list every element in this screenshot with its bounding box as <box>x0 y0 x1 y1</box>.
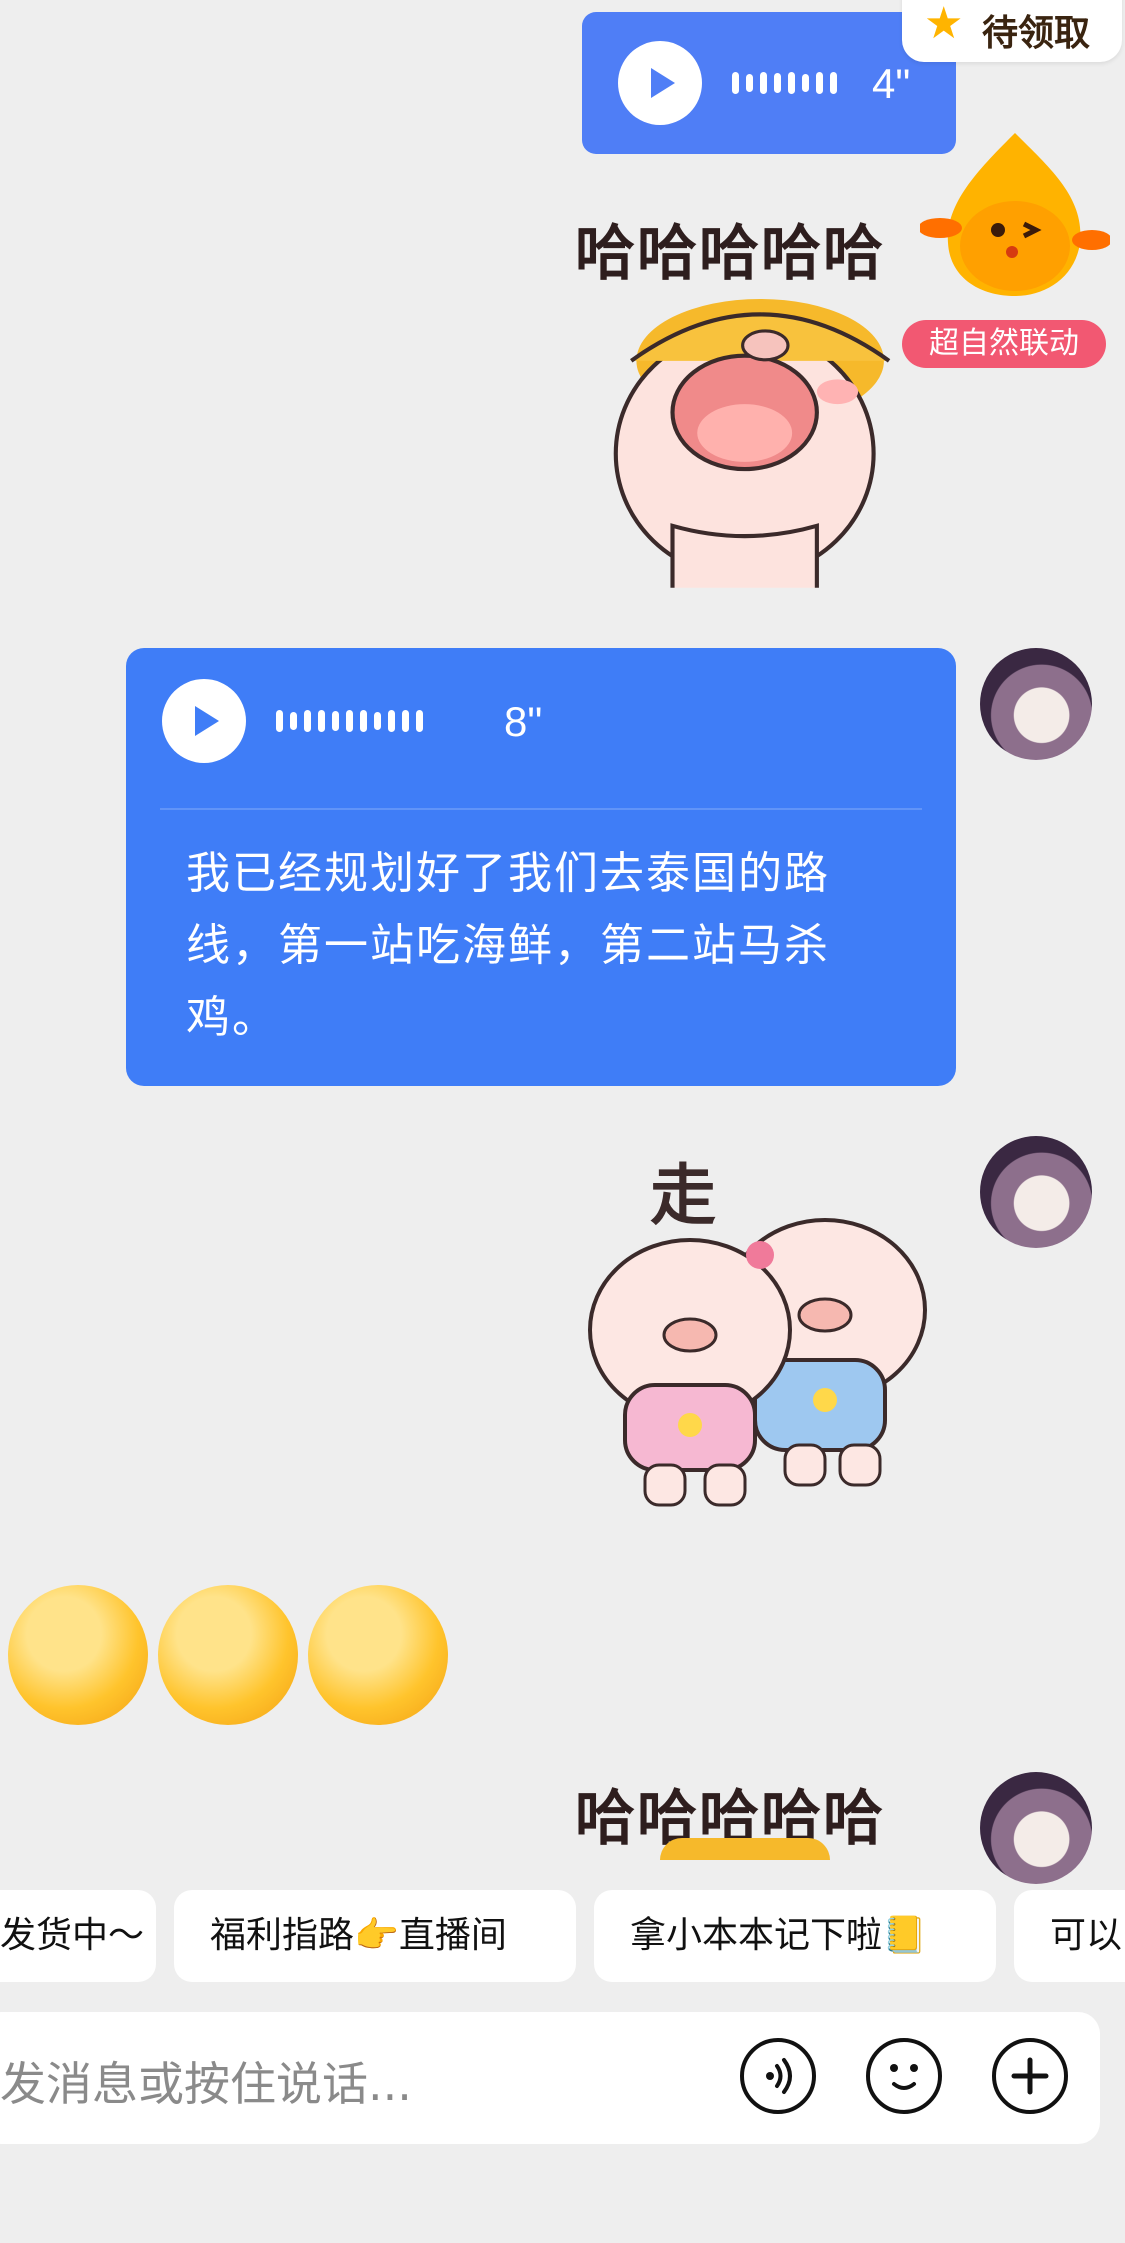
mascot-icon[interactable] <box>920 128 1110 298</box>
crying-emoji-icon <box>308 1585 448 1725</box>
quick-reply-chip[interactable]: 可以 <box>1014 1890 1125 1982</box>
reward-label: 待领取 <box>982 13 1091 54</box>
voice-message-short[interactable]: 4" <box>582 12 956 154</box>
play-button[interactable] <box>162 679 246 763</box>
collab-tag[interactable]: 超自然联动 <box>902 320 1106 368</box>
quick-reply-chip[interactable]: 拿小本本记下啦📒 <box>594 1890 996 1982</box>
play-icon <box>651 68 675 98</box>
plus-icon[interactable] <box>992 2038 1068 2114</box>
message-input-bar[interactable]: 发消息或按住说话... <box>0 2012 1100 2144</box>
star-icon: ★ <box>924 0 964 49</box>
waveform-icon <box>732 72 837 94</box>
quick-reply-chip[interactable]: 发货中～ <box>0 1890 156 1982</box>
crying-emoji-icon <box>8 1585 148 1725</box>
voice-transcript: 我已经规划好了我们去泰国的路线，第一站吃海鲜，第二站马杀鸡。 <box>186 848 830 1043</box>
quick-reply-chip[interactable]: 福利指路👉直播间 <box>174 1890 576 1982</box>
avatar[interactable] <box>980 1772 1092 1884</box>
two-pigs-sticker[interactable] <box>570 1200 940 1520</box>
reward-chip[interactable]: ★ 待领取 <box>902 0 1122 62</box>
avatar[interactable] <box>980 1136 1092 1248</box>
message-input[interactable]: 发消息或按住说话... <box>0 2048 412 2114</box>
voice-duration: 8" <box>504 698 543 745</box>
crying-emoji-icon <box>158 1585 298 1725</box>
voice-message-with-transcript[interactable]: 8" 我已经规划好了我们去泰国的路线，第一站吃海鲜，第二站马杀鸡。 <box>126 648 956 1086</box>
emoji-icon[interactable] <box>866 2038 942 2114</box>
laughing-pig-sticker[interactable] <box>590 268 920 598</box>
sticker-hat-partial <box>660 1838 830 1860</box>
waveform-icon <box>276 710 423 732</box>
play-button[interactable] <box>618 41 702 125</box>
voice-duration: 4" <box>872 60 911 107</box>
avatar[interactable] <box>980 648 1092 760</box>
divider <box>160 808 922 810</box>
voice-icon[interactable] <box>740 2038 816 2114</box>
play-icon <box>195 706 219 736</box>
